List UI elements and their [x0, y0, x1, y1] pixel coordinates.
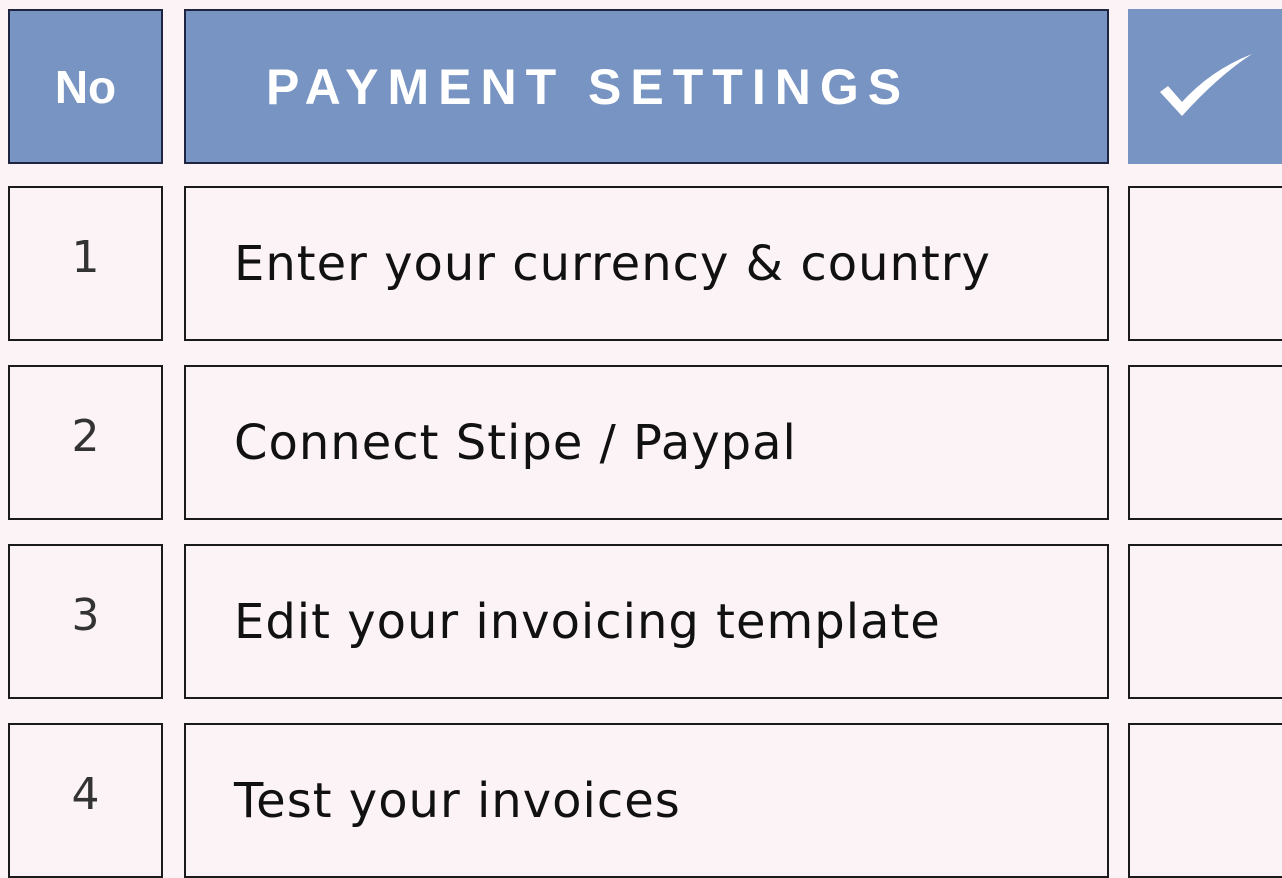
row-number: 1 [8, 186, 163, 341]
task-label: Test your invoices [184, 723, 1109, 878]
row-number: 2 [8, 365, 163, 520]
task-checkbox[interactable] [1128, 544, 1282, 699]
task-label: Enter your currency & country [184, 186, 1109, 341]
column-header-no: No [8, 9, 163, 164]
task-checkbox[interactable] [1128, 365, 1282, 520]
checklist-title: PAYMENT SETTINGS [184, 9, 1109, 164]
task-checkbox[interactable] [1128, 186, 1282, 341]
column-header-check [1128, 9, 1282, 164]
row-number: 3 [8, 544, 163, 699]
task-label: Edit your invoicing template [184, 544, 1109, 699]
row-number: 4 [8, 723, 163, 878]
task-checkbox[interactable] [1128, 723, 1282, 878]
task-label: Connect Stipe / Paypal [184, 365, 1109, 520]
checkmark-icon [1160, 53, 1252, 116]
